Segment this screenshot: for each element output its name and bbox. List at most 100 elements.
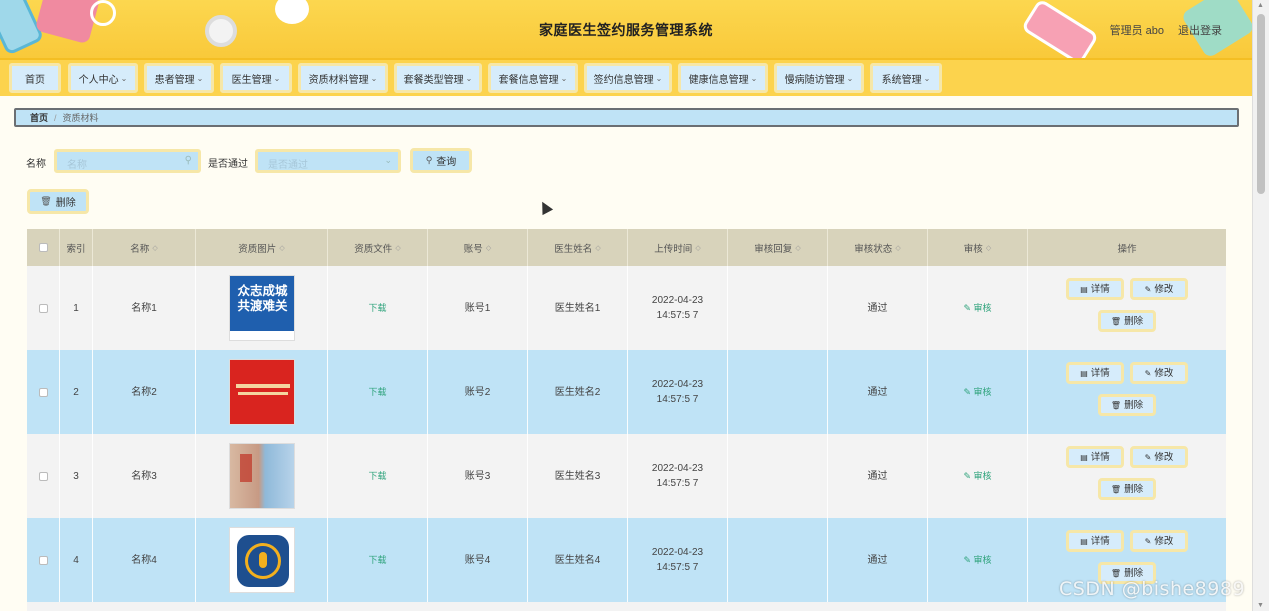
download-link[interactable]: 下载 — [368, 469, 386, 484]
chevron-down-icon: ⌄ — [120, 73, 128, 83]
detail-button[interactable]: ▤ 详情 — [1066, 362, 1124, 384]
delete-button[interactable]: 🗑 删除 — [1098, 310, 1156, 332]
column-header[interactable]: 审核回复 ◇ — [728, 229, 828, 266]
column-header[interactable]: 账号 ◇ — [428, 229, 528, 266]
image-cell — [196, 518, 328, 602]
index-cell: 1 — [60, 266, 93, 350]
nav-item-package-info[interactable]: 套餐信息管理 ⌄ — [488, 63, 578, 93]
vertical-scrollbar[interactable]: ▲ ▼ — [1252, 0, 1269, 611]
column-header[interactable]: 医生姓名 ◇ — [528, 229, 628, 266]
pencil-icon: ✎ — [1144, 284, 1152, 294]
nav-item-label: 医生管理 — [231, 74, 272, 86]
chevron-down-icon: ⌄ — [923, 73, 931, 83]
qualification-image[interactable] — [228, 443, 295, 509]
audit-link[interactable]: ✎ 审核 — [963, 553, 991, 568]
column-header-label: 上传时间 — [654, 243, 693, 255]
query-button-label: 查询 — [436, 157, 457, 168]
download-link[interactable]: 下载 — [368, 301, 386, 316]
nav-item-health-info[interactable]: 健康信息管理 ⌄ — [678, 63, 768, 93]
qualification-image[interactable]: 众志成城 共渡难关 — [228, 275, 295, 341]
nav-item-system[interactable]: 系统管理 ⌄ — [870, 63, 942, 93]
nav-item-home[interactable]: 首页 — [9, 63, 61, 93]
select-all-checkbox[interactable] — [38, 243, 48, 252]
row-checkbox[interactable] — [38, 471, 48, 481]
nav-item-package-types[interactable]: 套餐类型管理 ⌄ — [394, 63, 482, 93]
scroll-up-icon[interactable]: ▲ — [1257, 2, 1264, 9]
delete-button[interactable]: 🗑 删除 — [1098, 478, 1156, 500]
detail-button[interactable]: ▤ 详情 — [1066, 278, 1124, 300]
trash-icon: 🗑 — [1110, 400, 1122, 410]
audit-cell: ✎ 审核 — [928, 350, 1028, 434]
download-link[interactable]: 下载 — [368, 385, 386, 400]
breadcrumb-home[interactable]: 首页 — [30, 111, 48, 124]
chevron-down-icon: ⌄ — [370, 73, 378, 83]
edit-button[interactable]: ✎ 修改 — [1130, 278, 1188, 300]
qualification-image[interactable] — [228, 359, 295, 425]
audit-link[interactable]: ✎ 审核 — [963, 469, 991, 484]
nav-item-personal-center[interactable]: 个人中心 ⌄ — [68, 63, 138, 93]
detail-button[interactable]: ▤ 详情 — [1066, 530, 1124, 552]
chevron-down-icon: ⌄ — [750, 73, 758, 83]
column-header-label: 审核回复 — [754, 243, 793, 255]
bulk-delete-button[interactable]: 🗑 删除 — [27, 189, 89, 214]
audit-link[interactable]: ✎ 审核 — [963, 385, 991, 400]
user-label: 管理员 abo — [1109, 25, 1164, 37]
index-cell: 2 — [60, 350, 93, 434]
nav-item-qualifications[interactable]: 资质材料管理 ⌄ — [298, 63, 388, 93]
nav-item-label: 签约信息管理 — [593, 74, 654, 86]
upload-time-cell: 2022-04-23 14:57:5 7 — [628, 350, 728, 434]
nav-item-signing-info[interactable]: 签约信息管理 ⌄ — [584, 63, 672, 93]
pencil-icon: ✎ — [963, 470, 971, 481]
document-icon: ▤ — [1080, 284, 1088, 294]
chevron-down-icon: ⌄ — [273, 73, 281, 83]
sort-icon: ◇ — [485, 244, 492, 252]
nav-item-doctors[interactable]: 医生管理 ⌄ — [220, 63, 292, 93]
reply-cell — [728, 518, 828, 602]
sort-icon: ◇ — [595, 244, 601, 252]
select-all-cell — [27, 229, 60, 266]
nav-item-label: 套餐信息管理 — [498, 74, 559, 86]
row-checkbox[interactable] — [38, 387, 48, 397]
nav-item-chronic-followup[interactable]: 慢病随访管理 ⌄ — [774, 63, 864, 93]
edit-button[interactable]: ✎ 修改 — [1130, 530, 1188, 552]
scrollbar-thumb[interactable] — [1257, 14, 1265, 194]
column-header[interactable]: 资质文件 ◇ — [328, 229, 428, 266]
delete-label: 删除 — [1124, 399, 1144, 411]
nav-item-patients[interactable]: 患者管理 ⌄ — [144, 63, 214, 93]
name-cell: 名称3 — [93, 434, 196, 518]
delete-button[interactable]: 🗑 删除 — [1098, 394, 1156, 416]
audit-cell: ✎ 审核 — [928, 518, 1028, 602]
document-icon: ▤ — [1080, 536, 1088, 546]
qualification-image[interactable] — [228, 527, 295, 593]
row-select-cell — [27, 350, 60, 434]
logout-link[interactable]: 退出登录 — [1178, 22, 1222, 38]
account-cell: 账号3 — [428, 434, 528, 518]
table-row: 2 名称2 下载 账号2 医生姓名2 2022-04-23 14:57:5 7 … — [27, 350, 1226, 434]
column-header-label: 审核 — [963, 243, 983, 255]
row-checkbox[interactable] — [38, 303, 48, 313]
column-header[interactable]: 名称 ◇ — [93, 229, 196, 266]
nav-item-label: 个人中心 — [78, 74, 119, 86]
download-link[interactable]: 下载 — [368, 553, 386, 568]
status-cell: 通过 — [828, 266, 928, 350]
scroll-down-icon[interactable]: ▼ — [1257, 602, 1264, 609]
audit-link[interactable]: ✎ 审核 — [963, 301, 991, 316]
row-checkbox[interactable] — [38, 555, 48, 565]
table-header: 索引 名称 ◇ 资质图片 ◇ 资质文件 ◇ 账号 ◇ 医生姓名 ◇ 上传时间 ◇ 审核回复 ◇… — [27, 229, 1226, 266]
detail-button[interactable]: ▤ 详情 — [1066, 446, 1124, 468]
edit-button[interactable]: ✎ 修改 — [1130, 362, 1188, 384]
edit-label: 修改 — [1154, 535, 1174, 547]
query-button[interactable]: ⚲ 查询 — [410, 148, 472, 173]
edit-button[interactable]: ✎ 修改 — [1130, 446, 1188, 468]
pencil-icon: ✎ — [963, 554, 971, 565]
column-header[interactable]: 审核状态 ◇ — [828, 229, 928, 266]
column-header[interactable]: 上传时间 ◇ — [628, 229, 728, 266]
trash-icon: 🗑 — [1110, 484, 1122, 494]
column-header[interactable]: 审核 ◇ — [928, 229, 1028, 266]
name-search-input[interactable]: 名称 ⚲ — [54, 149, 201, 173]
column-header: 索引 — [60, 229, 93, 266]
column-header[interactable]: 资质图片 ◇ — [196, 229, 328, 266]
table-row: 4 名称4 下载 账号4 医生姓名4 2022-04-23 14:57:5 7 … — [27, 518, 1226, 602]
chevron-down-icon: ⌄ — [196, 73, 204, 83]
approved-select[interactable]: 是否通过 ⌄ — [255, 149, 401, 173]
